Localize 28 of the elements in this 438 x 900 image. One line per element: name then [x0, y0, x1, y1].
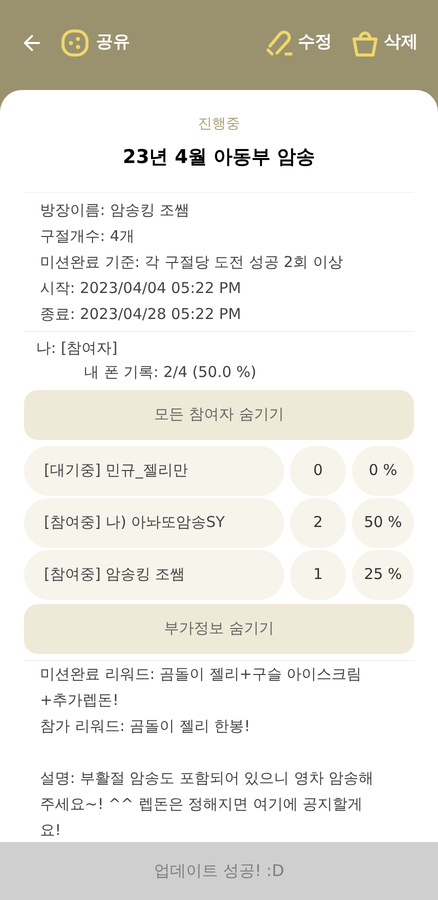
- info-line: 시작: 2023/04/04 05:22 PM: [40, 278, 242, 298]
- description-text: 설명: 부활절 암송도 포함되어 있으니 영차 암송해 주세요~! ^^ 렙돈은 정해지면 여기에 공지할게요!: [40, 768, 374, 840]
- my-record: 내 폰 기록: 2/4 (50.0 %): [83, 362, 258, 382]
- participant-name: [대기중] 민규_젤리만: [24, 446, 284, 496]
- success-rate: 50 %: [352, 498, 414, 548]
- reward-text: 참가 리워드: 곰돌이 젤리 한봉!: [40, 716, 252, 736]
- edit-button[interactable]: 수정: [264, 28, 332, 58]
- delete-button[interactable]: 삭제: [352, 29, 418, 57]
- dots-icon: [60, 28, 90, 58]
- participant-name: [참여중] 나) 아놔또암송SY: [24, 498, 284, 548]
- challenge-count: 0: [290, 446, 346, 496]
- success-rate: 0 %: [352, 446, 414, 496]
- info-line: 종료: 2023/04/28 05:22 PM: [40, 304, 242, 324]
- success-rate: 25 %: [352, 550, 414, 600]
- reward-text: 미션완료 리워드: 곰돌이 젤리+구슬 아이스크림 +추가렙돈!: [40, 664, 363, 710]
- my-role: 나: [참여자]: [36, 338, 119, 358]
- challenge-title: 23년 4월 아동부 암송: [122, 145, 316, 170]
- hide-participants-button[interactable]: 모든 참여자 숨기기: [24, 390, 414, 440]
- info-line: 방장이름: 암송킹 조쌤: [40, 200, 191, 220]
- info-line: 구절개수: 4개: [40, 226, 136, 246]
- challenge-count: 1: [290, 550, 346, 600]
- share-button[interactable]: 공유: [60, 28, 130, 58]
- toast-message: 업데이트 성공! :D: [0, 842, 438, 900]
- status-label: 진행중: [197, 115, 241, 134]
- challenge-count: 2: [290, 498, 346, 548]
- participant-name: [참여중] 암송킹 조쌤: [24, 550, 284, 600]
- hide-extra-button[interactable]: 부가정보 숨기기: [24, 604, 414, 654]
- info-line: 미션완료 기준: 각 구절당 도전 성공 2회 이상: [40, 252, 344, 272]
